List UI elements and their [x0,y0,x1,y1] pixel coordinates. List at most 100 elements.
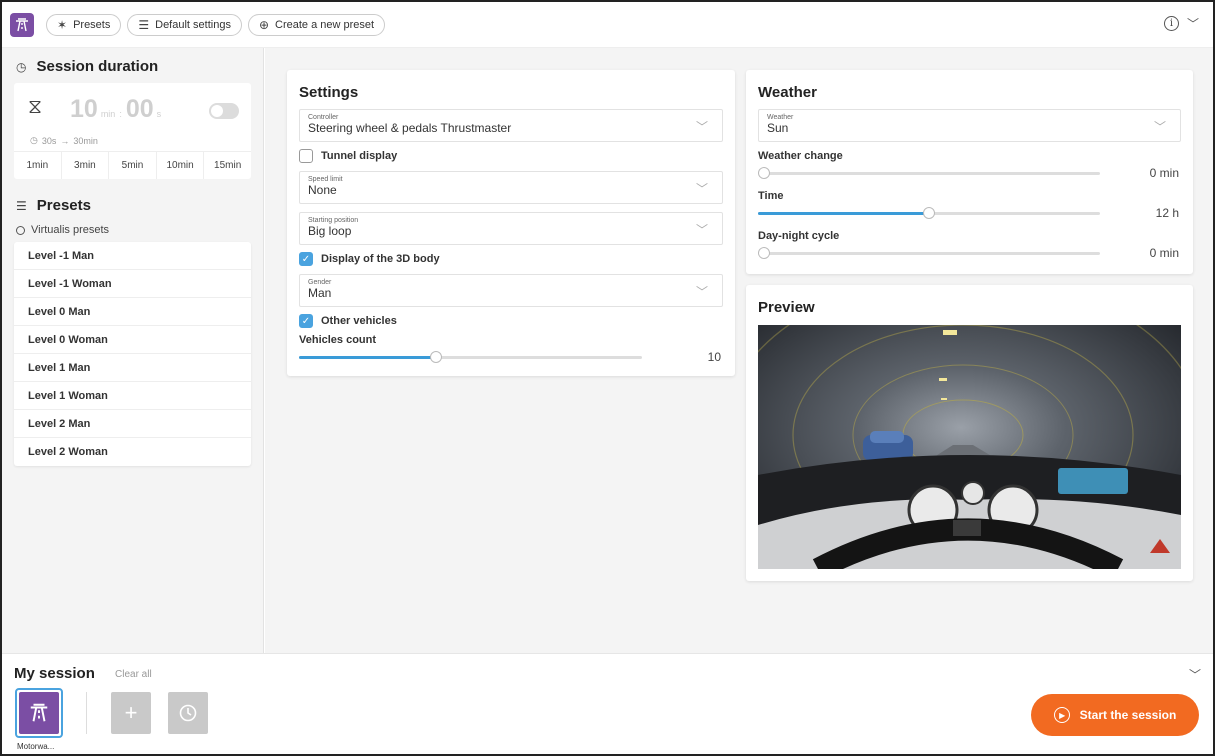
quick-duration-option[interactable]: 3min [62,152,110,179]
starting-position-select[interactable]: Starting position Big loop ﹀ [299,212,723,245]
preset-item[interactable]: Level 0 Man [14,298,251,326]
session-title: My session [14,665,95,682]
start-session-button[interactable]: ▶ Start the session [1031,694,1199,736]
range-max: 30min [73,135,98,146]
chevron-down-icon: ﹀ [695,120,708,134]
chevron-down-icon[interactable]: ﹀ [1187,15,1199,32]
info-icon[interactable]: i [1163,16,1179,31]
slider-track[interactable] [758,172,1100,175]
gender-label: Gender [308,279,332,286]
minutes-unit: min [100,109,116,119]
gender-select[interactable]: Gender Man ﹀ [299,274,723,307]
plus-icon: + [124,700,138,725]
settings-card: Settings Controller Steering wheel & ped… [287,70,735,376]
presets-source-label: Virtualis presets [31,224,110,236]
slider-thumb[interactable] [430,351,443,363]
quick-duration-option[interactable]: 10min [157,152,205,179]
session-tile-thumbnail [19,692,59,734]
quick-duration-row: 1min 3min 5min 10min 15min [14,151,251,179]
preset-list: Level -1 Man Level -1 Woman Level 0 Man … [14,242,251,466]
sliders-icon: ☰ [138,17,150,32]
preset-item[interactable]: Level -1 Woman [14,270,251,298]
day-night-slider-row: 0 min [758,244,1181,262]
preset-item[interactable]: Level -1 Man [14,242,251,270]
app-window: ✶ Presets ☰ Default settings ⊕ Create a … [0,0,1215,756]
virtualis-presets-radio[interactable]: Virtualis presets [16,224,251,236]
presets-label: Presets [36,197,91,214]
checkbox-unchecked-icon [299,149,313,163]
duration-card: ⧖ 10 min : 00 s ◷ 30s → 30min 1min 3min … [14,83,251,179]
speed-limit-select[interactable]: Speed limit None ﹀ [299,171,723,204]
default-settings-button[interactable]: ☰ Default settings [127,13,242,36]
duration-seconds: 00 [125,95,154,123]
vehicles-count-slider-row: 10 [299,348,723,366]
plus-circle-icon: ⊕ [258,17,270,32]
weather-change-slider-row: 0 min [758,164,1181,182]
display-3d-body-checkbox[interactable]: ✓ Display of the 3D body [299,252,723,266]
checkbox-checked-icon: ✓ [299,252,313,266]
weather-card: Weather Weather Sun ﹀ Weather change 0 m… [746,70,1193,274]
tunnel-display-label: Tunnel display [321,150,398,162]
starting-position-label: Starting position [308,217,359,224]
other-vehicles-label: Other vehicles [321,315,397,327]
clock-plus-icon [179,704,197,722]
other-vehicles-checkbox[interactable]: ✓ Other vehicles [299,314,723,328]
preset-item[interactable]: Level 1 Woman [14,382,251,410]
top-right-controls: i ﹀ [1163,15,1199,32]
default-settings-label: Default settings [155,18,231,31]
chevron-down-icon[interactable]: ﹀ [1189,666,1201,683]
session-tile-motorway[interactable] [15,688,63,738]
play-icon: ▶ [1053,707,1070,723]
duration-display[interactable]: 10 min : 00 s [70,95,165,124]
weather-change-label: Weather change [758,150,843,162]
preset-item[interactable]: Level 1 Man [14,354,251,382]
weather-label: Weather [767,114,794,121]
preset-item[interactable]: Level 2 Woman [14,438,251,466]
settings-title: Settings [299,84,359,101]
range-min: 30s [41,135,57,146]
weather-select[interactable]: Weather Sun ﹀ [758,109,1181,142]
presets-title: ☰ Presets [16,197,251,214]
gender-value: Man [308,286,332,300]
preset-item[interactable]: Level 2 Man [14,410,251,438]
checkbox-checked-icon: ✓ [299,314,313,328]
preset-item[interactable]: Level 0 Woman [14,326,251,354]
presets-button-label: Presets [73,18,111,31]
slider-thumb[interactable] [923,207,935,219]
app-logo[interactable] [10,12,34,37]
top-bar: ✶ Presets ☰ Default settings ⊕ Create a … [2,2,1213,48]
small-clock-icon: ◷ [30,135,38,145]
preview-image [758,325,1181,569]
session-bar: My session Clear all ﹀ Motorwa... + ▶ St… [2,653,1213,754]
add-timer-button[interactable] [168,692,208,734]
start-session-label: Start the session [1079,708,1177,722]
slider-fill [299,356,437,359]
clear-all-link[interactable]: Clear all [115,669,152,680]
session-duration-label: Session duration [36,58,159,75]
main-area: Settings Controller Steering wheel & ped… [265,48,1213,653]
chevron-down-icon: ﹀ [695,223,708,237]
create-preset-button[interactable]: ⊕ Create a new preset [247,13,386,36]
speed-limit-label: Speed limit [308,176,343,183]
slider-track[interactable] [758,252,1100,255]
preview-card: Preview [746,285,1193,581]
chevron-down-icon: ﹀ [695,285,708,299]
quick-duration-option[interactable]: 15min [204,152,251,179]
weather-value: Sun [767,121,789,135]
quick-duration-option[interactable]: 1min [14,152,62,179]
radio-icon [16,225,25,235]
slider-thumb[interactable] [758,247,770,259]
speed-limit-value: None [308,183,337,197]
tunnel-display-checkbox[interactable]: Tunnel display [299,149,723,163]
slider-fill [758,212,929,215]
controller-select[interactable]: Controller Steering wheel & pedals Thrus… [299,109,723,142]
presets-button[interactable]: ✶ Presets [46,13,122,36]
add-session-item-button[interactable]: + [111,692,151,734]
magic-wand-icon: ✶ [57,17,68,32]
duration-toggle[interactable] [209,103,239,119]
controller-value: Steering wheel & pedals Thrustmaster [308,121,512,135]
chevron-down-icon: ﹀ [695,182,708,196]
time-slider-row: 12 h [758,204,1181,222]
quick-duration-option[interactable]: 5min [109,152,157,179]
slider-thumb[interactable] [758,167,770,179]
